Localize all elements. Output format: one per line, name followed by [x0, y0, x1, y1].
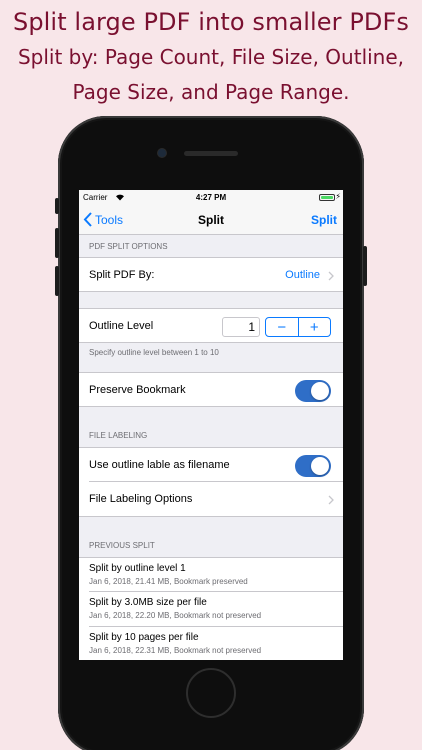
- decrement-button[interactable]: −: [266, 318, 299, 336]
- outline-level-field[interactable]: 1: [222, 317, 260, 337]
- file-labeling-options-label: File Labeling Options: [89, 493, 193, 505]
- app-screen: Carrier 4:27 PM ⚡ Tools Split Split PDF …: [79, 190, 343, 660]
- status-time: 4:27 PM: [195, 193, 227, 202]
- promo-subline-2: Page Size, and Page Range.: [72, 80, 350, 104]
- split-by-row[interactable]: Split PDF By: Outline: [79, 257, 343, 292]
- history-item-title: Split by 3.0MB size per file: [89, 597, 207, 608]
- power-button: [363, 246, 367, 286]
- chevron-right-icon: [328, 495, 334, 505]
- outline-level-stepper: − +: [265, 317, 331, 337]
- earpiece-speaker: [184, 151, 238, 156]
- promo-subline-1: Split by: Page Count, File Size, Outline…: [17, 45, 405, 69]
- navigation-bar: Tools Split Split: [79, 206, 343, 235]
- history-item-title: Split by 10 pages per file: [89, 632, 199, 643]
- history-item[interactable]: Split by 10 pages per file Jan 6, 2018, …: [79, 627, 343, 660]
- split-action-button[interactable]: Split: [311, 213, 337, 227]
- outline-level-row: Outline Level 1 − +: [79, 308, 343, 343]
- volume-down-button: [55, 266, 59, 296]
- battery-icon: [319, 194, 335, 201]
- file-labeling-options-row[interactable]: File Labeling Options: [79, 482, 343, 517]
- home-button[interactable]: [186, 668, 236, 718]
- preserve-bookmark-row: Preserve Bookmark: [79, 372, 343, 407]
- section-header-split-options: PDF SPLIT OPTIONS: [89, 242, 168, 251]
- history-item-subtitle: Jan 6, 2018, 22.31 MB, Bookmark not pres…: [89, 646, 262, 655]
- outline-level-note: Specify outline level between 1 to 10: [89, 348, 219, 357]
- promo-headline: Split large PDF into smaller PDFs: [12, 8, 410, 36]
- charging-bolt-icon: ⚡: [335, 192, 341, 201]
- use-outline-label-text: Use outline lable as filename: [89, 459, 230, 471]
- phone-frame: Carrier 4:27 PM ⚡ Tools Split Split PDF …: [55, 116, 367, 750]
- status-bar: Carrier 4:27 PM ⚡: [79, 190, 343, 206]
- preserve-bookmark-label: Preserve Bookmark: [89, 383, 186, 396]
- split-by-label: Split PDF By:: [89, 268, 155, 281]
- history-item[interactable]: Split by 3.0MB size per file Jan 6, 2018…: [79, 592, 343, 627]
- chevron-right-icon: [328, 271, 334, 281]
- mute-switch: [55, 198, 59, 214]
- history-item-subtitle: Jan 6, 2018, 22.20 MB, Bookmark not pres…: [89, 611, 262, 620]
- history-item-title: Split by outline level 1: [89, 563, 186, 574]
- use-outline-label-toggle[interactable]: [295, 455, 331, 477]
- preserve-bookmark-toggle[interactable]: [295, 380, 331, 402]
- increment-button[interactable]: +: [299, 318, 331, 336]
- history-item-subtitle: Jan 6, 2018, 21.41 MB, Bookmark preserve…: [89, 577, 248, 586]
- outline-level-label: Outline Level: [89, 319, 154, 332]
- split-by-value: Outline: [285, 269, 320, 281]
- use-outline-label-row: Use outline lable as filename: [79, 447, 343, 482]
- front-camera: [158, 149, 166, 157]
- volume-up-button: [55, 228, 59, 258]
- section-header-previous-split: PREVIOUS SPLIT: [89, 541, 155, 550]
- page-title: Split: [198, 213, 224, 227]
- history-item[interactable]: Split by outline level 1 Jan 6, 2018, 21…: [79, 557, 343, 592]
- section-header-file-labeling: FILE LABELING: [89, 431, 148, 440]
